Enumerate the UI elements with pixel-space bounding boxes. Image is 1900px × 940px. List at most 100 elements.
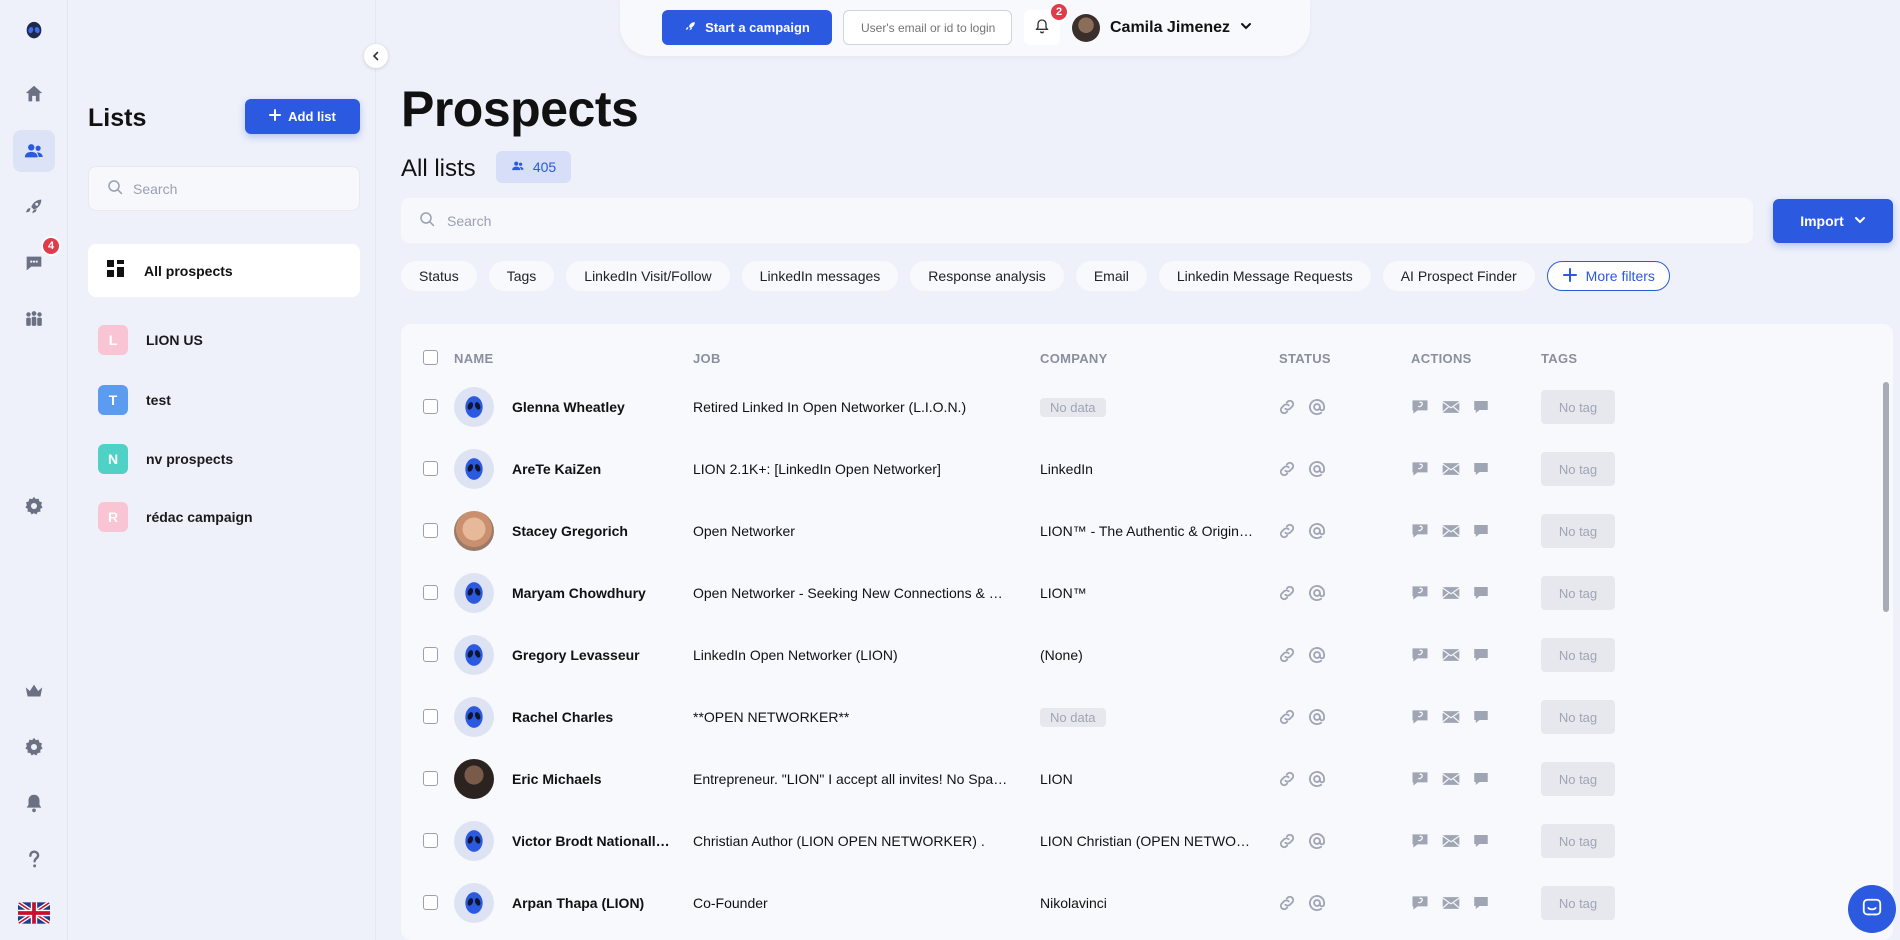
table-row[interactable]: Glenna Wheatley Retired Linked In Open Ne…: [401, 376, 1893, 438]
collapse-panel-button[interactable]: [364, 44, 388, 68]
email-at-icon[interactable]: [1307, 893, 1327, 913]
row-checkbox[interactable]: [423, 585, 438, 600]
prospect-name[interactable]: AreTe KaiZen: [512, 438, 682, 500]
linkedin-message-icon[interactable]: [1410, 645, 1430, 665]
filter-chip[interactable]: Tags: [488, 261, 555, 291]
no-tag-badge[interactable]: No tag: [1541, 576, 1615, 610]
login-as-input[interactable]: [843, 10, 1012, 45]
linkedin-message-icon[interactable]: [1410, 831, 1430, 851]
mail-icon[interactable]: [1441, 583, 1461, 603]
linkedin-link-icon[interactable]: [1277, 521, 1297, 541]
row-checkbox[interactable]: [423, 771, 438, 786]
home-icon[interactable]: [13, 73, 55, 115]
select-all-checkbox[interactable]: [423, 350, 438, 365]
linkedin-message-icon[interactable]: [1410, 769, 1430, 789]
prospect-name[interactable]: Glenna Wheatley: [512, 376, 682, 438]
table-row[interactable]: Maryam Chowdhury Open Networker - Seeking…: [401, 562, 1893, 624]
import-button[interactable]: Import: [1773, 199, 1893, 243]
linkedin-link-icon[interactable]: [1277, 583, 1297, 603]
table-row[interactable]: Eric Michaels Entrepreneur. "LION" I acce…: [401, 748, 1893, 810]
email-at-icon[interactable]: [1307, 459, 1327, 479]
message-bubble-icon[interactable]: [1472, 894, 1490, 912]
message-bubble-icon[interactable]: [1472, 522, 1490, 540]
column-name[interactable]: NAME: [454, 351, 493, 366]
list-item[interactable]: Ttest: [98, 384, 171, 416]
no-tag-badge[interactable]: No tag: [1541, 886, 1615, 920]
linkedin-link-icon[interactable]: [1277, 831, 1297, 851]
linkedin-link-icon[interactable]: [1277, 893, 1297, 913]
linkedin-link-icon[interactable]: [1277, 707, 1297, 727]
no-tag-badge[interactable]: No tag: [1541, 824, 1615, 858]
help-icon[interactable]: [13, 838, 55, 880]
no-tag-badge[interactable]: No tag: [1541, 700, 1615, 734]
filter-chip[interactable]: Email: [1075, 261, 1147, 291]
row-checkbox[interactable]: [423, 399, 438, 414]
table-row[interactable]: Victor Brodt Nationall… Christian Author …: [401, 810, 1893, 872]
linkedin-link-icon[interactable]: [1277, 645, 1297, 665]
users-icon[interactable]: [13, 130, 55, 172]
settings-icon[interactable]: [13, 485, 55, 527]
filter-chip[interactable]: LinkedIn messages: [741, 261, 899, 291]
row-checkbox[interactable]: [423, 895, 438, 910]
flag-uk-icon[interactable]: [18, 902, 50, 924]
mail-icon[interactable]: [1441, 893, 1461, 913]
message-bubble-icon[interactable]: [1472, 770, 1490, 788]
prospect-name[interactable]: Rachel Charles: [512, 686, 682, 748]
mail-icon[interactable]: [1441, 397, 1461, 417]
filter-chip[interactable]: AI Prospect Finder: [1382, 261, 1535, 291]
mail-icon[interactable]: [1441, 645, 1461, 665]
no-tag-badge[interactable]: No tag: [1541, 390, 1615, 424]
no-tag-badge[interactable]: No tag: [1541, 638, 1615, 672]
linkedin-link-icon[interactable]: [1277, 397, 1297, 417]
column-job[interactable]: JOB: [693, 351, 721, 366]
filter-chip[interactable]: Response analysis: [910, 261, 1064, 291]
mail-icon[interactable]: [1441, 707, 1461, 727]
prospect-name[interactable]: Arpan Thapa (LION): [512, 872, 682, 934]
mail-icon[interactable]: [1441, 769, 1461, 789]
message-bubble-icon[interactable]: [1472, 584, 1490, 602]
linkedin-message-icon[interactable]: [1410, 583, 1430, 603]
linkedin-link-icon[interactable]: [1277, 769, 1297, 789]
no-tag-badge[interactable]: No tag: [1541, 452, 1615, 486]
filter-chip[interactable]: Linkedin Message Requests: [1158, 261, 1371, 291]
more-filters-button[interactable]: More filters: [1546, 261, 1670, 291]
mail-icon[interactable]: [1441, 831, 1461, 851]
row-checkbox[interactable]: [423, 461, 438, 476]
message-bubble-icon[interactable]: [1472, 832, 1490, 850]
email-at-icon[interactable]: [1307, 397, 1327, 417]
rocket-icon[interactable]: [13, 186, 55, 228]
linkedin-message-icon[interactable]: [1410, 459, 1430, 479]
mail-icon[interactable]: [1441, 459, 1461, 479]
email-at-icon[interactable]: [1307, 521, 1327, 541]
table-row[interactable]: Gregory Levasseur LinkedIn Open Networker…: [401, 624, 1893, 686]
team-icon[interactable]: [13, 298, 55, 340]
prospect-name[interactable]: Maryam Chowdhury: [512, 562, 682, 624]
message-bubble-icon[interactable]: [1472, 708, 1490, 726]
table-row[interactable]: Arpan Thapa (LION) Co-Founder Nikolavinci N…: [401, 872, 1893, 934]
email-at-icon[interactable]: [1307, 831, 1327, 851]
email-at-icon[interactable]: [1307, 707, 1327, 727]
linkedin-message-icon[interactable]: [1410, 397, 1430, 417]
table-row[interactable]: Rachel Charles **OPEN NETWORKER** No data N…: [401, 686, 1893, 748]
prospect-name[interactable]: Eric Michaels: [512, 748, 682, 810]
no-tag-badge[interactable]: No tag: [1541, 762, 1615, 796]
list-search-input[interactable]: Search: [88, 166, 360, 211]
linkedin-message-icon[interactable]: [1410, 893, 1430, 913]
message-bubble-icon[interactable]: [1472, 460, 1490, 478]
crown-icon[interactable]: [13, 670, 55, 712]
column-company[interactable]: COMPANY: [1040, 351, 1108, 366]
email-at-icon[interactable]: [1307, 645, 1327, 665]
mail-icon[interactable]: [1441, 521, 1461, 541]
filter-chip[interactable]: Status: [401, 261, 477, 291]
prospect-name[interactable]: Stacey Gregorich: [512, 500, 682, 562]
start-campaign-button[interactable]: Start a campaign: [662, 10, 832, 45]
no-tag-badge[interactable]: No tag: [1541, 514, 1615, 548]
bell-icon[interactable]: [13, 782, 55, 824]
linkedin-message-icon[interactable]: [1410, 707, 1430, 727]
column-status[interactable]: STATUS: [1279, 351, 1331, 366]
row-checkbox[interactable]: [423, 833, 438, 848]
row-checkbox[interactable]: [423, 709, 438, 724]
prospect-name[interactable]: Gregory Levasseur: [512, 624, 682, 686]
list-item[interactable]: Nnv prospects: [98, 443, 233, 475]
email-at-icon[interactable]: [1307, 769, 1327, 789]
